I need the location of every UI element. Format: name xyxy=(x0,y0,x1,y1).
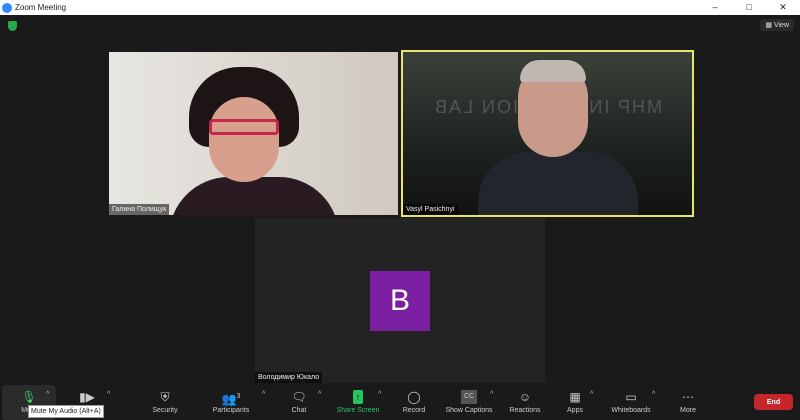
view-button[interactable]: ▦ View xyxy=(760,19,794,31)
video-camera-icon: ▮▶ xyxy=(79,390,95,404)
apps-button[interactable]: ▦ Apps xyxy=(562,385,588,420)
participants-icon: 👥3 xyxy=(221,392,241,406)
participant-name: Vasyl Pasichnyi xyxy=(403,204,458,215)
reactions-label: Reactions xyxy=(509,407,541,414)
grid-icon: ▦ xyxy=(765,22,774,29)
minimize-button[interactable]: – xyxy=(698,0,732,15)
share-arrow-icon: ↑ xyxy=(352,390,364,404)
share-options-caret[interactable]: ^ xyxy=(378,391,381,398)
share-screen-button[interactable]: ↑ Share Screen xyxy=(332,385,384,420)
reactions-icon: ☺ xyxy=(518,390,532,404)
chat-label: Chat xyxy=(291,407,307,414)
apps-options-caret[interactable]: ^ xyxy=(590,391,593,398)
security-label: Security xyxy=(152,407,178,414)
whiteboards-options-caret[interactable]: ^ xyxy=(652,391,655,398)
captions-icon: CC xyxy=(460,390,478,404)
whiteboard-icon: ▭ xyxy=(625,390,637,404)
captions-options-caret[interactable]: ^ xyxy=(490,391,493,398)
more-button[interactable]: ⋯ More xyxy=(674,385,702,420)
close-button[interactable]: ✕ xyxy=(766,0,800,15)
audio-options-caret[interactable]: ^ xyxy=(46,391,49,398)
more-label: More xyxy=(680,407,696,414)
participant-video xyxy=(478,60,638,215)
captions-label: Show Captions xyxy=(445,407,493,414)
record-button[interactable]: ◯ Record xyxy=(398,385,430,420)
participants-button[interactable]: 👥3 Participants xyxy=(205,385,257,420)
apps-label: Apps xyxy=(567,407,583,414)
record-label: Record xyxy=(402,407,426,414)
video-tile[interactable]: B Володимир Юкало xyxy=(255,218,545,383)
zoom-logo-icon xyxy=(2,2,12,13)
record-icon: ◯ xyxy=(407,390,421,404)
chat-icon: 🗨 xyxy=(291,390,307,404)
security-button[interactable]: ⛨ Security xyxy=(145,385,185,420)
meeting-toolbar: 🎙Mute ^ ▮▶ ^ ⛨Security 👥3Participants ^ … xyxy=(0,385,800,420)
participants-count: 3 xyxy=(236,393,241,400)
whiteboards-button[interactable]: ▭ Whiteboards xyxy=(606,385,656,420)
maximize-button[interactable]: □ xyxy=(732,0,766,15)
avatar: B xyxy=(370,271,430,331)
video-tile[interactable]: Галина Полищук xyxy=(109,52,398,215)
encryption-shield-icon[interactable] xyxy=(8,21,17,31)
microphone-icon: 🎙 xyxy=(21,390,37,404)
share-label: Share Screen xyxy=(336,407,380,414)
view-label: View xyxy=(773,22,789,29)
mute-tooltip: Mute My Audio (Alt+A) xyxy=(28,405,104,418)
whiteboards-label: Whiteboards xyxy=(611,407,651,414)
more-icon: ⋯ xyxy=(682,390,694,404)
video-tile-active-speaker[interactable]: MHP INNOVATION LAB Vasyl Pasichnyi xyxy=(401,50,694,217)
participant-video xyxy=(169,67,339,215)
title-bar: Zoom Meeting – □ ✕ xyxy=(0,0,800,15)
shield-icon: ⛨ xyxy=(160,390,170,404)
chat-options-caret[interactable]: ^ xyxy=(318,391,321,398)
end-button[interactable]: End xyxy=(754,394,793,410)
reactions-button[interactable]: ☺ Reactions xyxy=(505,385,545,420)
video-options-caret[interactable]: ^ xyxy=(107,391,110,398)
participants-options-caret[interactable]: ^ xyxy=(262,391,265,398)
participant-name: Володимир Юкало xyxy=(255,372,323,383)
apps-icon: ▦ xyxy=(569,390,581,404)
participants-label: Participants xyxy=(212,407,250,414)
window-title: Zoom Meeting xyxy=(15,3,67,12)
chat-button[interactable]: 🗨 Chat xyxy=(284,385,314,420)
participant-name: Галина Полищук xyxy=(109,204,170,215)
